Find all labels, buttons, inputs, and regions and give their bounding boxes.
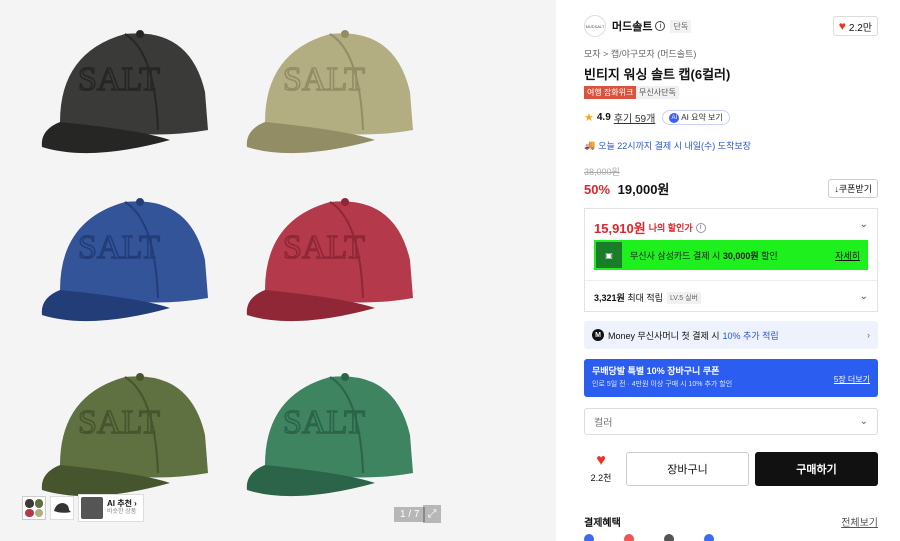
sale-price: 19,000원 [617, 182, 670, 197]
points-row[interactable]: 3,321원 최대 적립 LV.5 실버 [594, 291, 702, 304]
card-promo-banner[interactable]: ▣ 무신사 삼성카드 결제 시 30,000원 할인 자세히 [594, 240, 868, 270]
cap-image: SALT [235, 180, 435, 340]
brand-badge: 단독 [670, 19, 692, 33]
svg-text:SALT: SALT [78, 229, 160, 266]
info-icon[interactable]: i [695, 222, 706, 233]
heart-icon: ♥ [838, 19, 846, 33]
star-icon: ★ [584, 112, 594, 124]
like-button[interactable]: ♥ 2.2천 [584, 453, 618, 484]
coupon-banner-sub: 인로 5일 전 · 4만원 이상 구매 시 10% 추가 할인 [592, 381, 733, 388]
card-detail-link[interactable]: 자세히 [835, 249, 860, 262]
ai-recommend-button[interactable]: AI 추천 › 비슷한 상품 [78, 494, 144, 522]
cart-coupon-banner[interactable]: 무배당발 특별 10% 장바구니 쿠폰 인로 5일 전 · 4만원 이상 구매 … [584, 359, 878, 397]
ai-recommend-image [81, 497, 103, 519]
product-title: 빈티지 워싱 솔트 캡(6컬러) [584, 67, 731, 82]
chevron-down-icon[interactable]: ⌄ [860, 291, 868, 302]
my-price-label: 나의 할인가 [648, 223, 693, 233]
my-price: 15,910원 [594, 221, 646, 236]
payment-icons [584, 534, 878, 541]
like-count: 2.2천 [590, 473, 612, 483]
cap-image: SALT [30, 12, 230, 172]
chevron-down-icon: ⌄ [859, 416, 868, 427]
coupon-more-link[interactable]: 5장 더보기 [834, 374, 870, 385]
coupon-banner-title: 무배당발 특별 10% 장바구니 쿠폰 [592, 366, 720, 376]
svg-text:SALT: SALT [78, 404, 160, 441]
ai-icon: AI [669, 112, 680, 123]
rating-row: ★ 4.9 후기 59개 AI AI 요약 보기 [584, 110, 730, 125]
buy-button[interactable]: 구매하기 [755, 452, 878, 486]
discount-rate: 50% [584, 182, 611, 197]
info-icon[interactable]: i [655, 21, 666, 31]
money-text: Money 무신사머니 첫 결제 시 [608, 330, 720, 341]
delivery-text: 오늘 22시까지 결제 시 내일(수) 도착보장 [598, 141, 751, 151]
card-promo-text: 무신사 삼성카드 결제 시 30,000원 할인 [630, 250, 778, 261]
heart-icon: ♥ [596, 452, 606, 469]
payment-benefit-title: 결제혜택 [584, 518, 621, 529]
ai-recommend-title: AI 추천 › [107, 499, 137, 509]
divider [585, 280, 877, 281]
color-select[interactable]: 컬러 ⌄ [584, 408, 878, 435]
cap-image: SALT [30, 180, 230, 340]
truck-icon: 🚚 [584, 140, 596, 150]
event-tag: 여행 잡화위크 [584, 86, 637, 99]
review-link[interactable]: 후기 59개 [614, 110, 656, 125]
breadcrumb[interactable]: 모자 > 캡/야구모자 (머드솔트) [584, 47, 696, 60]
svg-text:SALT: SALT [283, 229, 365, 266]
card-icon: ▣ [596, 242, 622, 268]
original-price: 38,000원 [584, 167, 620, 177]
svg-text:SALT: SALT [78, 61, 160, 98]
benefit-box: 15,910원 나의 할인가 i ⌄ ▣ 무신사 삼성카드 결제 시 30,00… [584, 208, 878, 312]
ai-summary-label: AI 요약 보기 [681, 113, 723, 122]
cap-image: SALT [30, 355, 230, 515]
rating-score: 4.9 [596, 112, 611, 123]
points-label: 최대 적립 [624, 293, 663, 303]
gallery-thumbnails: AI 추천 › 비슷한 상품 [22, 494, 144, 522]
ai-recommend-subtitle: 비슷한 상품 [107, 509, 137, 516]
musinsa-money-banner[interactable]: M Money 무신사머니 첫 결제 시 10% 추가 적립 › [584, 321, 878, 349]
expand-icon[interactable]: ⤢ [423, 505, 441, 523]
brand-like-count: 2.2만 [848, 22, 872, 34]
price-row: 50% 19,000원 [584, 179, 669, 198]
color-thumbnail[interactable] [22, 496, 46, 520]
chevron-right-icon: › [867, 330, 870, 340]
my-price-row[interactable]: 15,910원 나의 할인가 i [594, 218, 706, 237]
add-to-cart-button[interactable]: 장바구니 [626, 452, 749, 486]
gallery-pager: 1 / 7 [394, 507, 426, 522]
payment-more-link[interactable]: 전체보기 [841, 514, 878, 529]
brand-like-button[interactable]: ♥ 2.2만 [832, 16, 878, 36]
svg-text:SALT: SALT [283, 61, 365, 98]
brand-row: MUDSALT 머드솔트 i 단독 ♥ 2.2만 [584, 13, 878, 39]
cap-thumbnail[interactable] [50, 496, 74, 520]
level-badge: LV.5 실버 [666, 291, 702, 304]
chevron-down-icon[interactable]: ⌄ [860, 219, 868, 230]
exclusive-tag: 무신사단독 [636, 86, 679, 99]
brand-logo[interactable]: MUDSALT [584, 15, 606, 37]
product-gallery[interactable]: SALT SALT SALT SALT SALT SALT AI 추천 › 비슷한 상품 … [0, 0, 556, 541]
svg-text:SALT: SALT [283, 404, 365, 441]
coupon-button[interactable]: ↓쿠폰받기 [828, 179, 878, 198]
money-logo-icon: M [592, 329, 604, 341]
color-select-placeholder: 컬러 [594, 418, 613, 429]
brand-name[interactable]: 머드솔트 [612, 18, 652, 34]
delivery-info: 🚚 오늘 22시까지 결제 시 내일(수) 도착보장 [584, 139, 751, 152]
money-highlight: 10% 추가 적립 [722, 330, 779, 341]
points-amount: 3,321원 [594, 293, 625, 303]
ai-summary-button[interactable]: AI AI 요약 보기 [662, 110, 730, 125]
cap-image: SALT [235, 355, 435, 515]
cap-image: SALT [235, 12, 435, 172]
